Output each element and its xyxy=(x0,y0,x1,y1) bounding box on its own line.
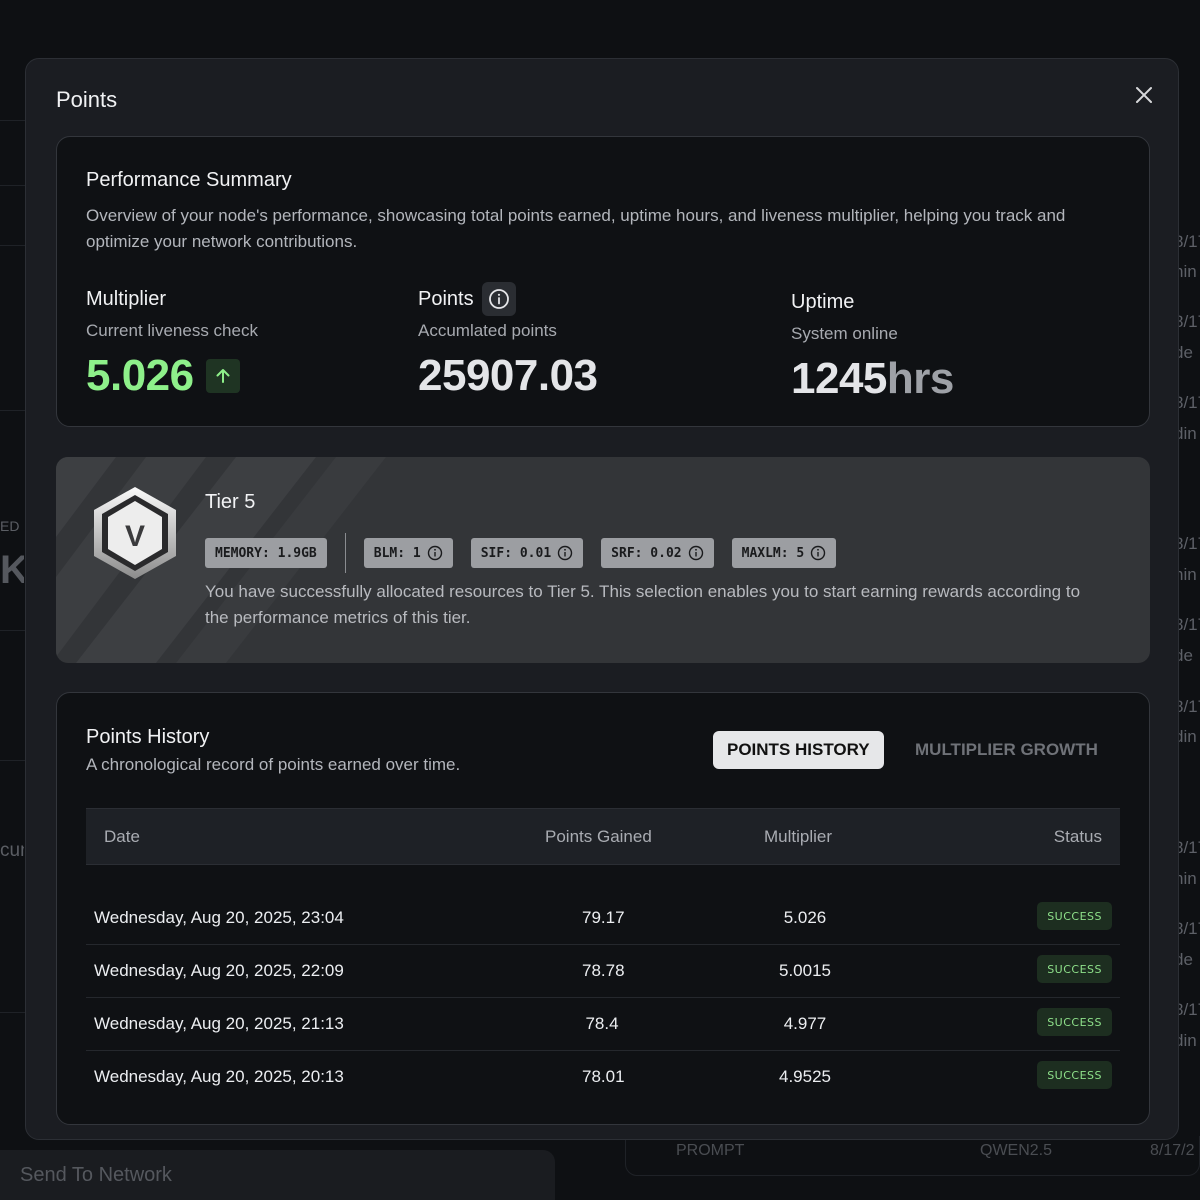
blm-tag[interactable]: BLM: 1 xyxy=(363,538,453,568)
info-icon xyxy=(688,545,703,561)
row-points: 79.17 xyxy=(582,908,625,927)
points-modal: Points Performance Summary Overview of y… xyxy=(25,58,1179,1140)
trend-badge xyxy=(205,359,240,393)
points-label-text: Points xyxy=(418,287,474,310)
modal-title: Points xyxy=(56,87,118,112)
tier-badge-icon: V xyxy=(94,487,176,579)
bg-table-cell: 8/17/2 xyxy=(1150,1142,1195,1159)
row-multiplier: 5.0015 xyxy=(779,961,831,980)
sif-tag[interactable]: SIF: 0.01 xyxy=(470,538,584,568)
bg-left-label: cun xyxy=(0,840,24,861)
bg-table-footer: PROMPT QWEN2.5 8/17/2 xyxy=(625,1136,1200,1176)
bg-divider xyxy=(0,245,26,246)
table-row: Wednesday, Aug 20, 2025, 22:09 78.78 5.0… xyxy=(86,945,1120,998)
row-multiplier: 4.9525 xyxy=(779,1067,831,1086)
bg-divider xyxy=(0,120,26,121)
info-icon xyxy=(488,289,509,309)
points-info-button[interactable] xyxy=(481,282,516,316)
row-date: Wednesday, Aug 20, 2025, 20:13 xyxy=(94,1067,344,1086)
uptime-value: 1245 hrs xyxy=(791,354,954,404)
arrow-up-icon xyxy=(216,369,230,383)
bg-divider xyxy=(0,630,26,631)
multiplier-stat: Multiplier Current liveness check 5.026 xyxy=(86,285,258,401)
row-points: 78.01 xyxy=(582,1067,625,1086)
srf-tag[interactable]: SRF: 0.02 xyxy=(601,538,714,568)
points-history-card: Points History A chronological record of… xyxy=(56,692,1150,1125)
summary-description: Overview of your node's performance, sho… xyxy=(86,206,1066,251)
table-header: Date Points Gained Multiplier Status xyxy=(86,808,1120,865)
summary-title: Performance Summary xyxy=(86,169,292,191)
points-value: 25907.03 xyxy=(418,351,598,400)
points-label: Points xyxy=(418,282,598,316)
uptime-value-number: 1245 xyxy=(791,354,887,403)
uptime-label: Uptime xyxy=(791,288,954,316)
sif-tag-text: SIF: 0.01 xyxy=(480,545,552,561)
status-badge: SUCCESS xyxy=(1037,902,1112,930)
performance-summary-card: Performance Summary Overview of your nod… xyxy=(56,136,1150,427)
column-header-points: Points Gained xyxy=(545,827,652,846)
tab-multiplier-growth[interactable]: MULTIPLIER GROWTH xyxy=(915,731,1098,769)
uptime-stat: Uptime System online 1245 hrs xyxy=(791,288,954,404)
row-points: 78.4 xyxy=(585,1014,619,1033)
table-row: Wednesday, Aug 20, 2025, 20:13 78.01 4.9… xyxy=(86,1051,1120,1104)
bg-left-value: K xyxy=(0,548,24,592)
info-icon xyxy=(557,545,573,561)
column-header-status: Status xyxy=(1053,827,1102,846)
uptime-unit: hrs xyxy=(886,354,954,403)
row-date: Wednesday, Aug 20, 2025, 21:13 xyxy=(94,1014,344,1033)
send-to-network-label: Send To Network xyxy=(20,1164,172,1186)
table-row: Wednesday, Aug 20, 2025, 21:13 78.4 4.97… xyxy=(86,998,1120,1051)
tier-badge-letter: V xyxy=(125,520,145,553)
row-multiplier: 5.026 xyxy=(783,908,827,927)
bg-table-cell: PROMPT xyxy=(676,1142,745,1159)
blm-tag-text: BLM: 1 xyxy=(373,545,421,561)
close-button[interactable] xyxy=(1132,83,1156,107)
status-badge: SUCCESS xyxy=(1037,1061,1112,1089)
bg-divider xyxy=(0,1012,26,1013)
points-stat: Points Accumlated points 25907.03 xyxy=(418,282,598,401)
bg-left-label: ED N xyxy=(0,518,24,534)
close-icon xyxy=(1136,87,1152,103)
bg-divider xyxy=(0,185,26,186)
row-date: Wednesday, Aug 20, 2025, 23:04 xyxy=(94,908,344,927)
bg-divider xyxy=(0,410,26,411)
tab-points-history[interactable]: POINTS HISTORY xyxy=(713,731,884,769)
row-multiplier: 4.977 xyxy=(783,1014,827,1033)
column-header-multiplier: Multiplier xyxy=(764,827,833,846)
tier-tags: MEMORY: 1.9GB BLM: 1 SIF: 0.01 SRF: 0.02… xyxy=(205,533,837,573)
table-row: Wednesday, Aug 20, 2025, 23:04 79.17 5.0… xyxy=(86,892,1120,945)
status-badge: SUCCESS xyxy=(1037,1008,1112,1036)
tag-divider xyxy=(344,533,346,573)
status-badge: SUCCESS xyxy=(1037,955,1112,983)
srf-tag-text: SRF: 0.02 xyxy=(611,545,682,561)
info-icon xyxy=(427,545,442,561)
row-date: Wednesday, Aug 20, 2025, 22:09 xyxy=(94,961,344,980)
memory-tag-text: MEMORY: 1.9GB xyxy=(215,545,317,561)
column-header-date: Date xyxy=(104,827,140,846)
tier-description: You have successfully allocated resource… xyxy=(205,582,1081,627)
bg-divider xyxy=(0,760,26,761)
tier-card: V Tier 5 MEMORY: 1.9GB BLM: 1 SIF: 0.01 … xyxy=(56,457,1150,663)
history-title: Points History xyxy=(86,726,210,748)
multiplier-label: Multiplier xyxy=(86,285,258,313)
tier-title: Tier 5 xyxy=(205,491,256,513)
multiplier-sub: Current liveness check xyxy=(86,321,258,340)
history-subtitle: A chronological record of points earned … xyxy=(86,755,461,774)
points-sub: Accumlated points xyxy=(418,321,557,340)
uptime-sub: System online xyxy=(791,324,898,343)
bg-table-cell: QWEN2.5 xyxy=(980,1142,1053,1159)
memory-tag: MEMORY: 1.9GB xyxy=(205,538,327,568)
send-to-network-button: Send To Network xyxy=(0,1150,555,1200)
maxlm-tag-text: MAXLM: 5 xyxy=(741,545,805,561)
info-icon xyxy=(811,545,826,561)
maxlm-tag[interactable]: MAXLM: 5 xyxy=(731,538,837,568)
multiplier-value: 5.026 xyxy=(86,351,258,401)
multiplier-value-text: 5.026 xyxy=(86,351,194,400)
uptime-label-text: Uptime xyxy=(791,290,855,313)
row-points: 78.78 xyxy=(582,961,625,980)
multiplier-label-text: Multiplier xyxy=(86,287,167,310)
